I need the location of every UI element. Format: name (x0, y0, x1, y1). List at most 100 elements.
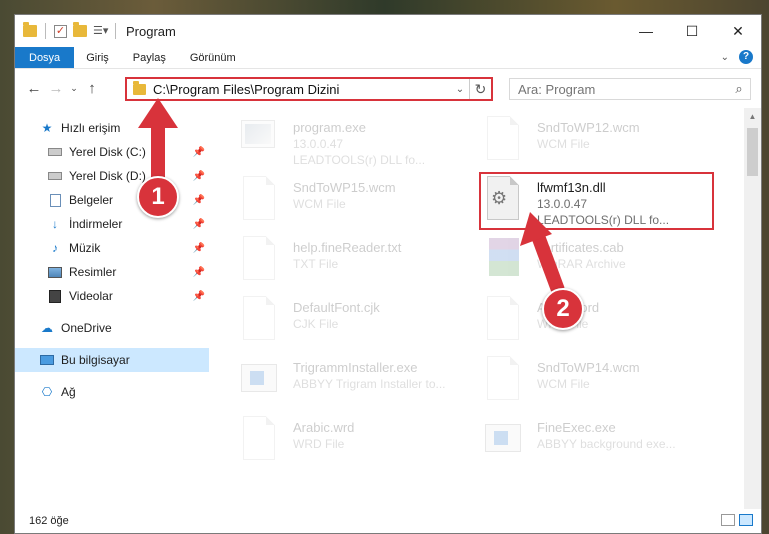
title-bar: ✓ ☰▾ Program — ☐ ✕ (15, 15, 761, 47)
nav-label: Resimler (69, 265, 117, 279)
file-item[interactable]: SndToWP12.wcm WCM File (483, 114, 713, 172)
vertical-scrollbar[interactable]: ▲ (744, 108, 761, 509)
close-button[interactable]: ✕ (715, 15, 761, 47)
customize-toolbar-icon[interactable]: ☰▾ (93, 24, 108, 38)
file-name: Arabic.wrd (293, 420, 355, 435)
item-count: 162 öğe (29, 515, 69, 527)
pin-icon[interactable]: 📌 (193, 291, 205, 302)
file-type: WCM File (537, 137, 590, 151)
file-item[interactable]: program.exe 13.0.0.47 LEADTOOLS(r) DLL fo.… (239, 114, 469, 172)
pin-icon[interactable]: 📌 (193, 171, 205, 182)
highlight-box-file (479, 172, 714, 230)
address-bar[interactable]: C:\Program Files\Program Dizini ⌄ ↻ (125, 77, 493, 101)
folder-icon (23, 22, 37, 37)
documents-icon (47, 193, 63, 207)
properties-icon[interactable]: ✓ (54, 24, 67, 38)
file-name: SndToWP12.wcm (537, 120, 640, 135)
nav-this-pc[interactable]: Bu bilgisayar (15, 348, 209, 372)
refresh-icon[interactable]: ↻ (469, 79, 491, 99)
computer-icon (39, 353, 55, 367)
file-type: ABBYY Trigram Installer to... (293, 377, 446, 391)
back-button[interactable]: ← (23, 80, 45, 97)
search-input[interactable] (518, 81, 728, 97)
file-type: WCM File (293, 197, 346, 211)
nav-network[interactable]: ⎔ Ağ (15, 380, 209, 404)
nav-documents[interactable]: Belgeler 📌 (15, 188, 209, 212)
file-type: WinRAR Archive (537, 257, 626, 271)
network-icon: ⎔ (41, 385, 53, 399)
file-list: program.exe 13.0.0.47 LEADTOOLS(r) DLL fo.… (209, 108, 761, 509)
minimize-button[interactable]: — (623, 15, 669, 47)
nav-label: Yerel Disk (C:) (69, 145, 146, 159)
address-row: ← → ⌄ ↑ C:\Program Files\Program Dizini … (15, 69, 761, 107)
pin-icon[interactable]: 📌 (193, 219, 205, 230)
forward-button[interactable]: → (45, 80, 67, 97)
file-type: TXT File (293, 257, 339, 271)
file-explorer-window: ✓ ☰▾ Program — ☐ ✕ Dosya Giriş Paylaş Gö… (14, 14, 762, 534)
callout-step-2: 2 (542, 288, 584, 330)
status-bar: 162 öğe (15, 509, 761, 533)
tab-share[interactable]: Paylaş (121, 47, 178, 68)
scrollbar-thumb[interactable] (747, 128, 758, 176)
nav-pictures[interactable]: Resimler 📌 (15, 260, 209, 284)
tab-view[interactable]: Görünüm (178, 47, 248, 68)
pin-icon[interactable]: 📌 (193, 267, 205, 278)
help-icon[interactable]: ? (739, 50, 753, 64)
tab-home[interactable]: Giriş (74, 47, 121, 68)
pin-icon[interactable]: 📌 (193, 243, 205, 254)
nav-videos[interactable]: Videolar 📌 (15, 284, 209, 308)
file-item[interactable]: certificates.cab WinRAR Archive (483, 234, 713, 292)
up-button[interactable]: ↑ (81, 80, 103, 97)
file-item[interactable]: DefaultFont.cjk CJK File (239, 294, 469, 352)
maximize-button[interactable]: ☐ (669, 15, 715, 47)
file-name: TrigrammInstaller.exe (293, 360, 418, 375)
file-item[interactable]: FineExec.exe ABBYY background exe... (483, 414, 713, 472)
pin-icon[interactable]: 📌 (193, 195, 205, 206)
details-view-icon[interactable] (721, 514, 735, 526)
pictures-icon (47, 265, 63, 279)
file-item[interactable]: SndToWP14.wcm WCM File (483, 354, 713, 412)
file-item[interactable]: help.fineReader.txt TXT File (239, 234, 469, 292)
tab-file[interactable]: Dosya (15, 47, 75, 68)
file-type: WCM File (537, 377, 590, 391)
ribbon-help-area: ⌄ ? (721, 50, 753, 64)
file-name: program.exe (293, 120, 366, 135)
address-path[interactable]: C:\Program Files\Program Dizini (153, 82, 451, 97)
videos-icon (47, 289, 63, 303)
search-box[interactable]: ⌕ (509, 78, 751, 100)
file-icon (487, 116, 519, 160)
file-item[interactable]: Arabic.wrd WRD File (239, 414, 469, 472)
search-icon[interactable]: ⌕ (728, 81, 750, 97)
cloud-icon: ☁ (41, 321, 53, 335)
expand-ribbon-icon[interactable]: ⌄ (721, 52, 729, 63)
large-icons-view-icon[interactable] (739, 514, 753, 526)
nav-onedrive[interactable]: ☁ OneDrive (15, 316, 209, 340)
nav-local-disk-d[interactable]: Yerel Disk (D:) 📌 (15, 164, 209, 188)
nav-label: Bu bilgisayar (61, 353, 130, 367)
recent-locations-button[interactable]: ⌄ (67, 83, 81, 94)
nav-label: Ağ (61, 385, 76, 399)
drive-icon (47, 145, 63, 159)
file-name: help.fineReader.txt (293, 240, 402, 255)
file-icon (243, 236, 275, 280)
address-dropdown-icon[interactable]: ⌄ (451, 84, 469, 95)
scroll-up-icon[interactable]: ▲ (744, 108, 761, 125)
music-icon: ♪ (52, 241, 58, 255)
file-item[interactable]: AboutwordWRD File (483, 294, 713, 352)
file-item[interactable]: TrigrammInstaller.exe ABBYY Trigram Insta… (239, 354, 469, 412)
nav-quick-access[interactable]: ★ Hızlı erişim (15, 116, 209, 140)
file-name: FineExec.exe (537, 420, 616, 435)
file-item[interactable]: SndToWP15.wcm WCM File (239, 174, 469, 232)
file-type: ABBYY background exe... (537, 437, 676, 451)
new-folder-icon[interactable] (73, 22, 87, 37)
app-icon (485, 424, 521, 452)
pin-icon[interactable]: 📌 (193, 147, 205, 158)
nav-music[interactable]: ♪ Müzik 📌 (15, 236, 209, 260)
nav-label: İndirmeler (69, 217, 123, 231)
nav-local-disk-c[interactable]: Yerel Disk (C:) 📌 (15, 140, 209, 164)
ribbon-tabs: Dosya Giriş Paylaş Görünüm ⌄ ? (15, 47, 761, 69)
exe-icon (241, 120, 275, 148)
nav-downloads[interactable]: ↓ İndirmeler 📌 (15, 212, 209, 236)
divider (45, 23, 46, 39)
